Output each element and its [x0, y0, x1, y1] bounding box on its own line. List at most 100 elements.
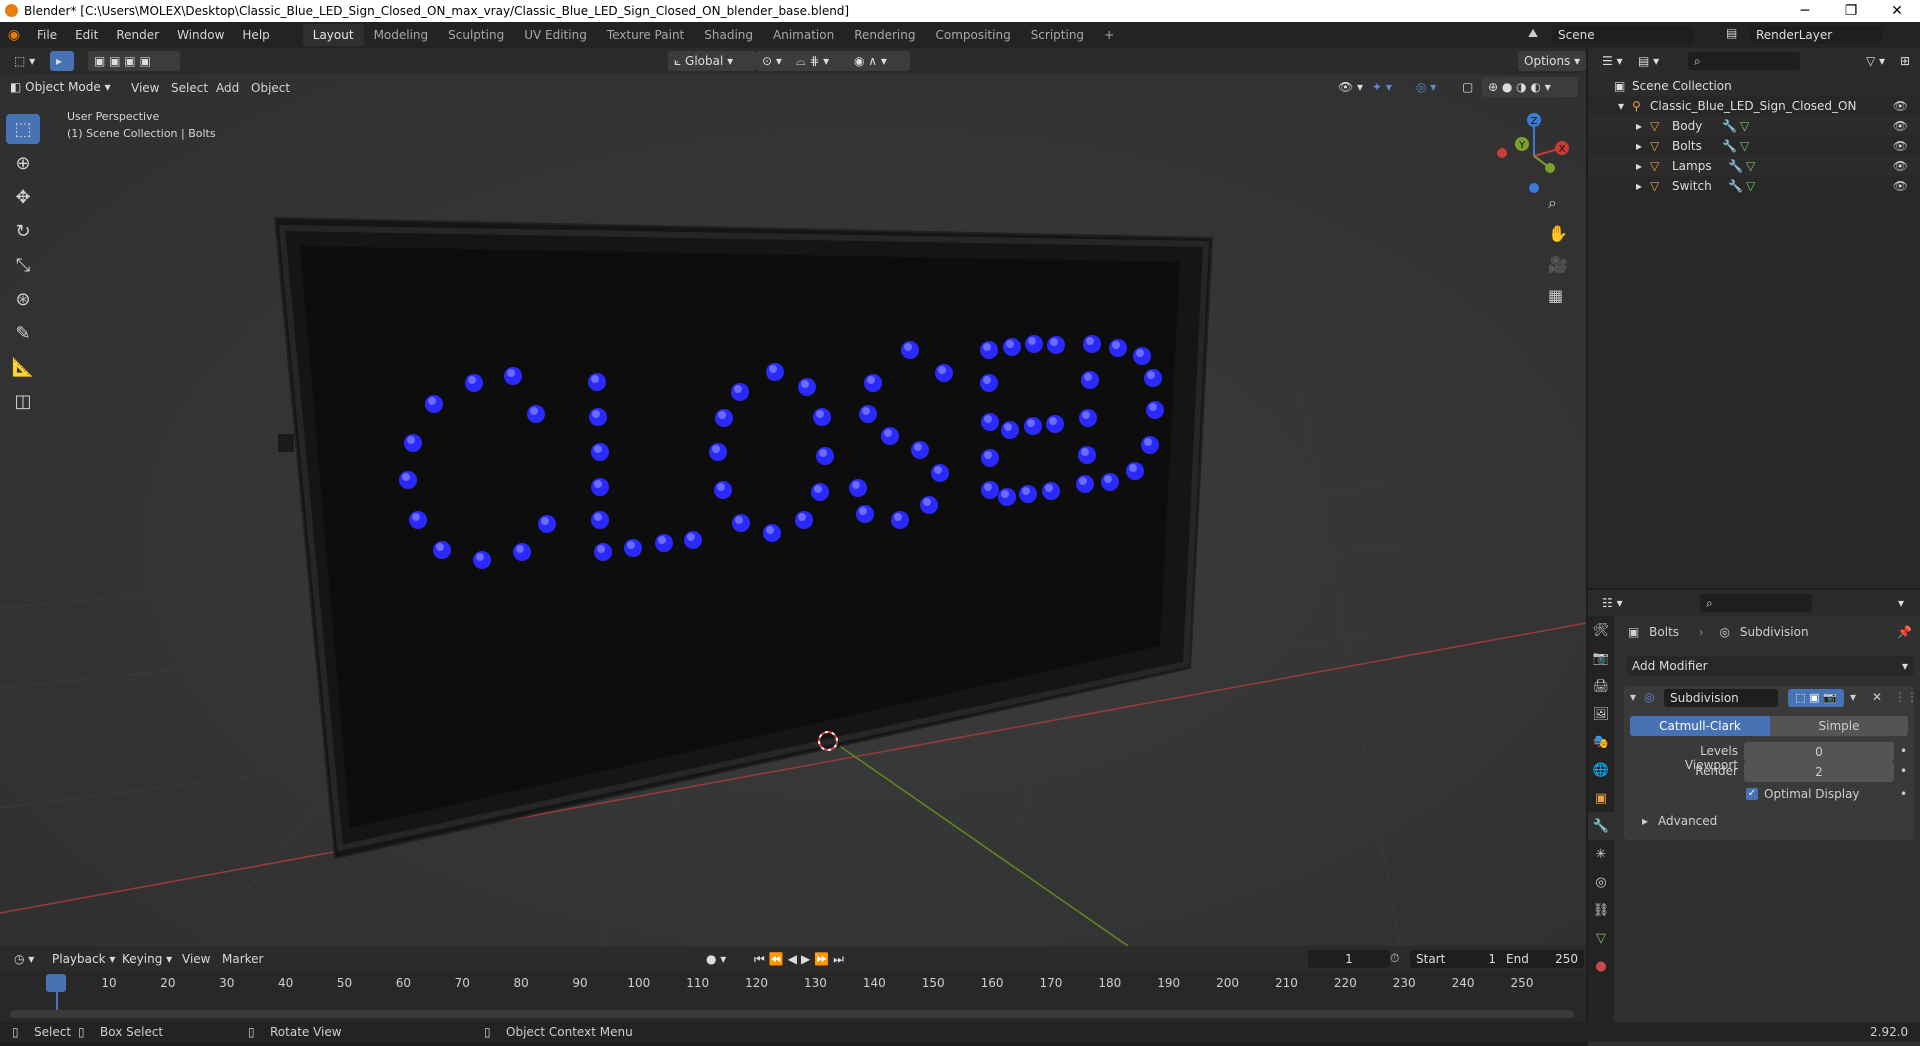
tab-compositing[interactable]: Compositing [925, 24, 1020, 46]
timeline-view-menu[interactable]: View [182, 952, 210, 966]
eye-icon[interactable]: 👁 [1893, 156, 1908, 176]
snap-icon[interactable]: ⌓ ⋕ ▾ [790, 51, 852, 71]
simple-option[interactable]: Simple [1770, 716, 1908, 736]
maximize-button[interactable]: ❐ [1828, 0, 1874, 22]
blender-menu-icon[interactable]: ◉ [0, 27, 28, 43]
menu-window[interactable]: Window [168, 28, 233, 42]
scene-tab-icon[interactable]: 🎭 [1588, 728, 1614, 756]
move-tool-icon[interactable]: ✥ [6, 182, 40, 212]
editor-type-icon[interactable]: ⬚ ▾ [8, 51, 41, 71]
modifier-tab-icon[interactable]: 🔧 [1588, 812, 1614, 840]
new-collection-icon[interactable]: ⊞ [1894, 51, 1916, 71]
render-layer-icon[interactable]: ▤ [1726, 26, 1737, 40]
expand-arrow-icon[interactable]: ▸ [1636, 156, 1642, 176]
zoom-icon[interactable]: ⌕ [1548, 193, 1557, 213]
tab-sculpting[interactable]: Sculpting [438, 24, 514, 46]
scale-tool-icon[interactable]: ⤡ [6, 250, 40, 280]
proportional-edit-icon[interactable]: ◉ ∧ ▾ [848, 51, 910, 71]
drag-handle-icon[interactable]: ⋮⋮ [1894, 690, 1918, 704]
eye-icon[interactable]: 👁 [1893, 176, 1908, 196]
output-tab-icon[interactable]: 🖨 [1588, 672, 1614, 700]
menu-select[interactable]: Select [171, 81, 208, 95]
end-frame-field[interactable]: End 250 [1500, 950, 1584, 968]
menu-edit[interactable]: Edit [66, 28, 107, 42]
scene-field[interactable]: Scene [1552, 26, 1694, 44]
timeline-editor-icon[interactable]: ◷ ▾ [8, 949, 40, 969]
visibility-icon[interactable]: 👁 ▾ [1332, 77, 1369, 97]
physics-tab-icon[interactable]: ◎ [1588, 868, 1614, 896]
xray-icon[interactable]: ▢ [1456, 77, 1479, 97]
levels-viewport-field[interactable]: 0 [1744, 742, 1894, 762]
menu-view[interactable]: View [131, 81, 159, 95]
tab-texture-paint[interactable]: Texture Paint [597, 24, 694, 46]
add-cube-tool-icon[interactable]: ◫ [6, 386, 40, 416]
collapse-arrow-icon[interactable]: ▾ [1630, 690, 1636, 704]
expand-arrow-icon[interactable]: ▾ [1618, 96, 1624, 116]
camera-icon[interactable]: 🎥 [1548, 255, 1568, 274]
pin-icon[interactable]: 📌 [1897, 622, 1912, 642]
tab-rendering[interactable]: Rendering [844, 24, 925, 46]
tab-animation[interactable]: Animation [763, 24, 844, 46]
minimize-button[interactable]: ─ [1782, 0, 1828, 22]
tool-tab-icon[interactable]: 🛠 [1588, 616, 1614, 644]
add-modifier-dropdown[interactable]: Add Modifier ▾ [1626, 656, 1914, 676]
playback-menu[interactable]: Playback ▾ [46, 949, 121, 969]
properties-options-icon[interactable]: ▾ [1892, 593, 1910, 613]
eye-icon[interactable]: 👁 [1893, 136, 1908, 156]
menu-add[interactable]: Add [216, 81, 239, 95]
ortho-grid-icon[interactable]: ▦ [1548, 286, 1563, 305]
gizmo-icon[interactable]: ✦ ▾ [1366, 77, 1398, 97]
outliner-editor-icon[interactable]: ☰ ▾ [1596, 51, 1629, 71]
add-workspace-button[interactable]: + [1094, 24, 1124, 46]
optimal-display-checkbox[interactable]: ✓ [1746, 788, 1758, 800]
keyframe-dot-icon[interactable]: • [1900, 764, 1907, 778]
outliner-row-lamps[interactable]: ▸ ▽ Lamps 🔧 ▽ 👁 [1588, 156, 1920, 176]
object-tab-icon[interactable]: ▣ [1588, 784, 1614, 812]
catmull-clark-option[interactable]: Catmull-Clark [1630, 716, 1770, 736]
tab-scripting[interactable]: Scripting [1021, 24, 1094, 46]
3d-viewport[interactable]: ⬚ ▾ ▸ ▣ ▣ ▣ ▣ ⟀ Global ▾ ⊙ ▾ ⌓ ⋕ ▾ ◉ ∧ ▾… [0, 48, 1586, 946]
constraints-tab-icon[interactable]: ⛓ [1588, 896, 1614, 924]
modifier-menu-icon[interactable]: ▾ [1850, 690, 1856, 704]
keyframe-dot-icon[interactable]: • [1900, 787, 1907, 801]
object-mode-dropdown[interactable]: ◧ Object Mode ▾ [10, 77, 111, 97]
modifier-visibility-toggles[interactable]: ⬚ ▣ 📷 [1788, 689, 1844, 707]
render-tab-icon[interactable]: 📷 [1588, 644, 1614, 672]
outliner-row-switch[interactable]: ▸ ▽ Switch 🔧 ▽ 👁 [1588, 176, 1920, 196]
render-layer-field[interactable]: RenderLayer [1750, 26, 1882, 44]
measure-tool-icon[interactable]: 📐 [6, 352, 40, 382]
menu-help[interactable]: Help [233, 28, 278, 42]
properties-search-input[interactable]: ⌕ [1700, 594, 1812, 612]
current-frame-field[interactable]: 1 [1308, 950, 1390, 968]
outliner-row-bolts[interactable]: ▸ ▽ Bolts 🔧 ▽ 👁 [1588, 136, 1920, 156]
outliner-row-scene-collection[interactable]: ▣ Scene Collection [1588, 76, 1920, 96]
marker-menu[interactable]: Marker [222, 952, 263, 966]
eye-icon[interactable]: 👁 [1893, 116, 1908, 136]
keying-menu[interactable]: Keying ▾ [116, 949, 178, 969]
tab-layout[interactable]: Layout [302, 24, 364, 46]
annotate-tool-icon[interactable]: ✎ [6, 318, 40, 348]
eye-icon[interactable]: 👁 [1893, 96, 1908, 116]
rotate-tool-icon[interactable]: ↻ [6, 216, 40, 246]
tab-uv-editing[interactable]: UV Editing [514, 24, 597, 46]
outliner-row-collection[interactable]: ▾ ⚲ Classic_Blue_LED_Sign_Closed_ON 👁 [1588, 96, 1920, 116]
remove-modifier-icon[interactable]: ✕ [1872, 690, 1882, 704]
select-mode-buttons[interactable]: ▣ ▣ ▣ ▣ [88, 51, 180, 71]
material-tab-icon[interactable]: ● [1588, 952, 1614, 980]
close-button[interactable]: ✕ [1874, 0, 1920, 22]
display-mode-icon[interactable]: ▤ ▾ [1632, 51, 1665, 71]
view-layer-tab-icon[interactable]: 🖼 [1588, 700, 1614, 728]
outliner-row-body[interactable]: ▸ ▽ Body 🔧 ▽ 👁 [1588, 116, 1920, 136]
expand-arrow-icon[interactable]: ▸ [1636, 176, 1642, 196]
cursor-tool-icon[interactable]: ⊕ [6, 148, 40, 178]
transform-tool-icon[interactable]: ⊛ [6, 284, 40, 314]
menu-file[interactable]: File [28, 28, 66, 42]
tab-modeling[interactable]: Modeling [364, 24, 439, 46]
expand-arrow-icon[interactable]: ▸ [1642, 814, 1648, 828]
playhead[interactable] [46, 974, 66, 992]
pan-hand-icon[interactable]: ✋ [1548, 224, 1568, 243]
outliner-search-input[interactable]: ⌕ [1688, 52, 1800, 70]
world-tab-icon[interactable]: 🌐 [1588, 756, 1614, 784]
shading-mode-buttons[interactable]: ⊕ ● ◑ ◐ ▾ [1482, 77, 1578, 97]
data-tab-icon[interactable]: ▽ [1588, 924, 1614, 952]
